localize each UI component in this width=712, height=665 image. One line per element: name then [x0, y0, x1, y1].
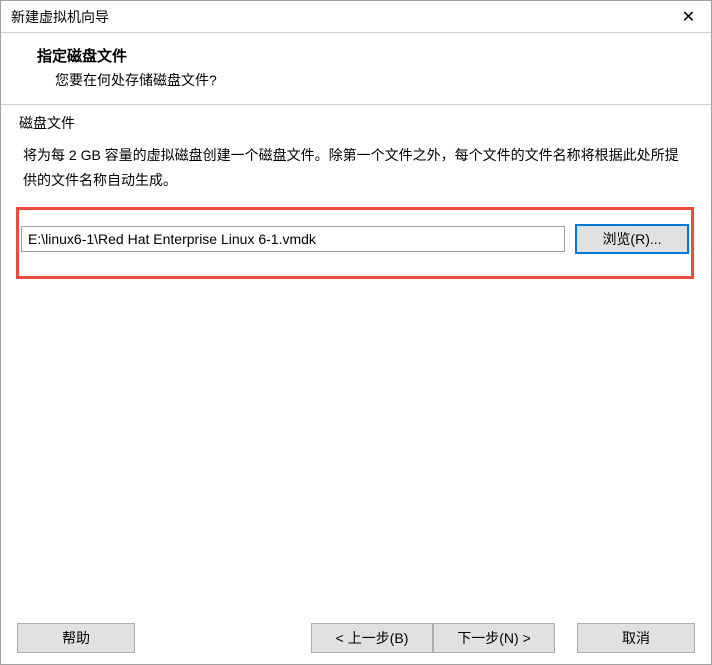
cancel-button[interactable]: 取消	[577, 623, 695, 653]
fieldset-label: 磁盘文件	[19, 113, 79, 133]
disk-file-description: 将为每 2 GB 容量的虚拟磁盘创建一个磁盘文件。除第一个文件之外，每个文件的文…	[19, 143, 691, 193]
disk-file-path-input[interactable]	[21, 226, 565, 252]
wizard-footer: 帮助 < 上一步(B) 下一步(N) > 取消	[1, 612, 711, 664]
page-title: 指定磁盘文件	[37, 45, 691, 66]
file-input-row: 浏览(R)...	[16, 207, 694, 279]
disk-file-fieldset: 磁盘文件 将为每 2 GB 容量的虚拟磁盘创建一个磁盘文件。除第一个文件之外，每…	[19, 121, 693, 279]
wizard-content: 磁盘文件 将为每 2 GB 容量的虚拟磁盘创建一个磁盘文件。除第一个文件之外，每…	[1, 105, 711, 612]
help-button[interactable]: 帮助	[17, 623, 135, 653]
nav-button-group: < 上一步(B) 下一步(N) >	[311, 623, 555, 653]
wizard-header: 指定磁盘文件 您要在何处存储磁盘文件?	[1, 33, 711, 105]
next-button[interactable]: 下一步(N) >	[433, 623, 555, 653]
page-subtitle: 您要在何处存储磁盘文件?	[55, 70, 691, 90]
window-title: 新建虚拟机向导	[11, 7, 109, 27]
close-icon: ✕	[682, 7, 695, 27]
browse-button[interactable]: 浏览(R)...	[575, 224, 689, 254]
wizard-window: 新建虚拟机向导 ✕ 指定磁盘文件 您要在何处存储磁盘文件? 磁盘文件 将为每 2…	[0, 0, 712, 665]
back-button[interactable]: < 上一步(B)	[311, 623, 433, 653]
close-button[interactable]: ✕	[666, 1, 711, 33]
titlebar: 新建虚拟机向导 ✕	[1, 1, 711, 33]
